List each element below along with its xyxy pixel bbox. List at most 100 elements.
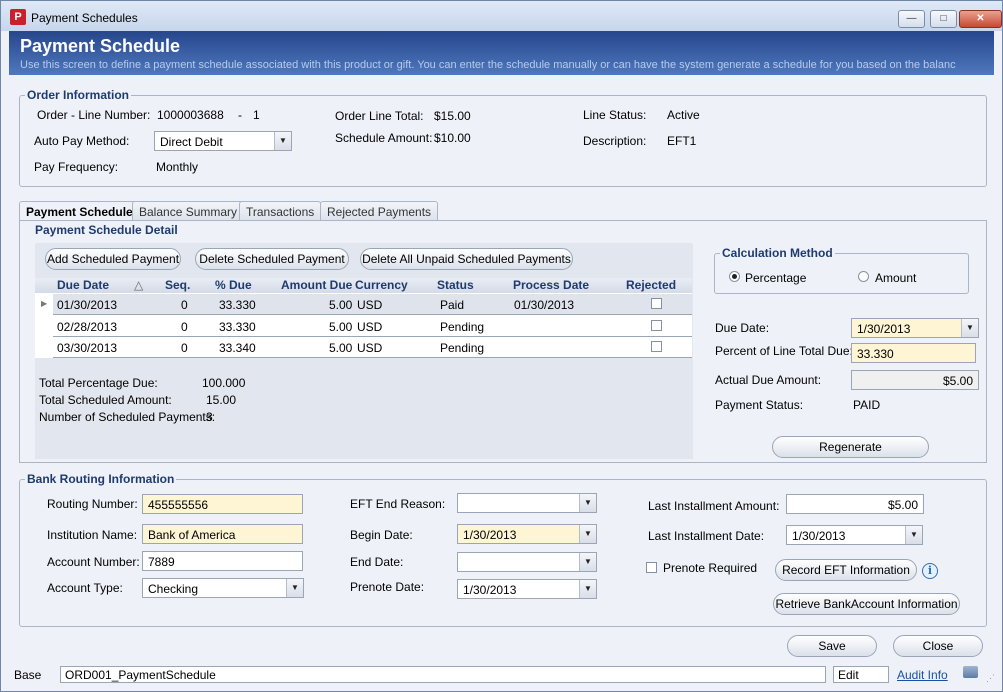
line-total-label: Order Line Total: (335, 109, 424, 123)
due-date-select[interactable]: 1/30/2013 ▼ (851, 318, 979, 338)
calc-method-title: Calculation Method (720, 246, 835, 260)
total-pct-value: 100.000 (202, 376, 246, 390)
last-installment-date-value: 1/30/2013 (792, 529, 846, 543)
chevron-down-icon: ▼ (274, 132, 291, 150)
chevron-down-icon: ▼ (286, 579, 303, 597)
app-window: P Payment Schedules — □ ✕ Payment Schedu… (0, 0, 1003, 692)
payment-count-value: 3 (206, 410, 213, 424)
audit-info-link[interactable]: Audit Info (897, 668, 948, 682)
cell-status: Paid (440, 298, 465, 312)
account-type-select[interactable]: Checking ▼ (142, 578, 304, 598)
begin-date-label: Begin Date: (350, 528, 413, 542)
status-mode: Edit (833, 666, 889, 683)
cell-seq: 0 (181, 298, 188, 312)
actual-due-value: $5.00 (851, 370, 979, 390)
account-number-label: Account Number: (47, 555, 140, 569)
cell-seq: 0 (181, 320, 188, 334)
col-seq[interactable]: Seq. (165, 278, 190, 293)
percent-due-input[interactable]: 33.330 (851, 343, 976, 363)
maximize-button[interactable]: □ (930, 10, 957, 28)
title-bar: P Payment Schedules — □ ✕ (1, 1, 1002, 31)
table-row[interactable]: 02/28/2013 0 33.330 5.00 USD Pending (53, 316, 692, 337)
amount-radio[interactable] (858, 271, 869, 282)
tab-transactions[interactable]: Transactions (239, 201, 322, 220)
tab-rejected-payments[interactable]: Rejected Payments (320, 201, 439, 220)
description-label: Description: (583, 134, 647, 148)
chevron-down-icon: ▼ (579, 580, 596, 598)
rejected-checkbox[interactable] (651, 298, 662, 309)
pay-frequency-value: Monthly (156, 160, 199, 174)
delete-scheduled-payment-button[interactable]: Delete Scheduled Payment (195, 248, 349, 270)
cell-currency: USD (357, 320, 383, 334)
begin-date-select[interactable]: 1/30/2013 ▼ (457, 524, 597, 544)
tab-balance-summary[interactable]: Balance Summary (132, 201, 245, 220)
col-process-date[interactable]: Process Date (513, 278, 589, 293)
delete-all-unpaid-button[interactable]: Delete All Unpaid Scheduled Payments (360, 248, 573, 270)
schedule-grid: Due Date △ Seq. % Due Amount Due Currenc… (35, 278, 692, 358)
cell-process-date: 01/30/2013 (514, 298, 575, 312)
cell-due-date: 03/30/2013 (57, 341, 118, 355)
col-due-date[interactable]: Due Date (57, 278, 109, 293)
account-type-value: Checking (148, 582, 199, 596)
add-scheduled-payment-button[interactable]: Add Scheduled Payment (45, 248, 181, 270)
status-form-id: ORD001_PaymentSchedule (60, 666, 826, 683)
auto-pay-select[interactable]: Direct Debit ▼ (154, 131, 292, 151)
page-header: Payment Schedule Use this screen to defi… (9, 31, 994, 75)
col-pct-due[interactable]: % Due (215, 278, 252, 293)
col-currency[interactable]: Currency (355, 278, 408, 293)
close-window-button[interactable]: ✕ (959, 10, 1002, 28)
table-row[interactable]: 03/30/2013 0 33.340 5.00 USD Pending (53, 337, 692, 358)
auto-pay-value: Direct Debit (160, 135, 223, 149)
percentage-radio[interactable] (729, 271, 740, 282)
close-button[interactable]: Close (893, 635, 983, 657)
save-button[interactable]: Save (787, 635, 877, 657)
actual-due-label: Actual Due Amount: (715, 373, 822, 387)
col-status[interactable]: Status (437, 278, 474, 293)
schedule-amount-value: $10.00 (434, 131, 471, 145)
institution-name-input[interactable]: Bank of America (142, 524, 303, 544)
due-date-label: Due Date: (715, 321, 770, 335)
cell-amount: 5.00 (329, 320, 353, 334)
cell-currency: USD (357, 341, 383, 355)
line-status-value: Active (667, 108, 700, 122)
chevron-down-icon: ▼ (579, 553, 596, 571)
last-installment-date-label: Last Installment Date: (648, 529, 765, 543)
amount-label: Amount (875, 271, 917, 285)
cell-due-date: 02/28/2013 (57, 320, 118, 334)
chevron-down-icon: ▼ (579, 525, 596, 543)
routing-number-input[interactable]: 455555556 (142, 494, 303, 514)
window-title: Payment Schedules (31, 11, 138, 25)
account-number-input[interactable]: 7889 (142, 551, 303, 571)
last-installment-amount-input[interactable]: $5.00 (786, 494, 924, 514)
table-row[interactable]: 01/30/2013 0 33.330 5.00 USD Paid 01/30/… (53, 294, 692, 315)
cell-amount: 5.00 (329, 341, 353, 355)
prenote-required-label: Prenote Required (663, 561, 758, 575)
description-value: EFT1 (667, 134, 697, 148)
col-amount-due[interactable]: Amount Due (281, 278, 352, 293)
cell-amount: 5.00 (329, 298, 353, 312)
rejected-checkbox[interactable] (651, 341, 662, 352)
order-number: 1000003688 (157, 108, 224, 122)
prenote-required-checkbox[interactable] (646, 562, 657, 573)
last-installment-date-select[interactable]: 1/30/2013 ▼ (786, 525, 923, 545)
order-dash: - (238, 108, 242, 122)
rejected-checkbox[interactable] (651, 320, 662, 331)
printer-icon[interactable] (963, 666, 978, 678)
regenerate-button[interactable]: Regenerate (772, 436, 929, 458)
minimize-button[interactable]: — (898, 10, 925, 28)
cell-status: Pending (440, 320, 485, 334)
eft-end-reason-select[interactable]: ▼ (457, 493, 597, 513)
auto-pay-label: Auto Pay Method: (34, 134, 130, 148)
cell-due-date: 01/30/2013 (57, 298, 118, 312)
prenote-date-value: 1/30/2013 (463, 583, 517, 597)
info-icon[interactable]: i (922, 563, 938, 579)
resize-grip-icon[interactable]: ⋰ (986, 673, 995, 684)
end-date-select[interactable]: ▼ (457, 552, 597, 572)
record-eft-button[interactable]: Record EFT Information (775, 559, 917, 581)
retrieve-bank-account-button[interactable]: Retrieve BankAccount Information (773, 593, 960, 615)
prenote-date-label: Prenote Date: (350, 580, 425, 594)
prenote-date-select[interactable]: 1/30/2013 ▼ (457, 579, 597, 599)
tab-payment-schedule[interactable]: Payment Schedule (19, 201, 140, 221)
payment-status-value: PAID (853, 398, 881, 412)
col-rejected[interactable]: Rejected (626, 278, 676, 293)
